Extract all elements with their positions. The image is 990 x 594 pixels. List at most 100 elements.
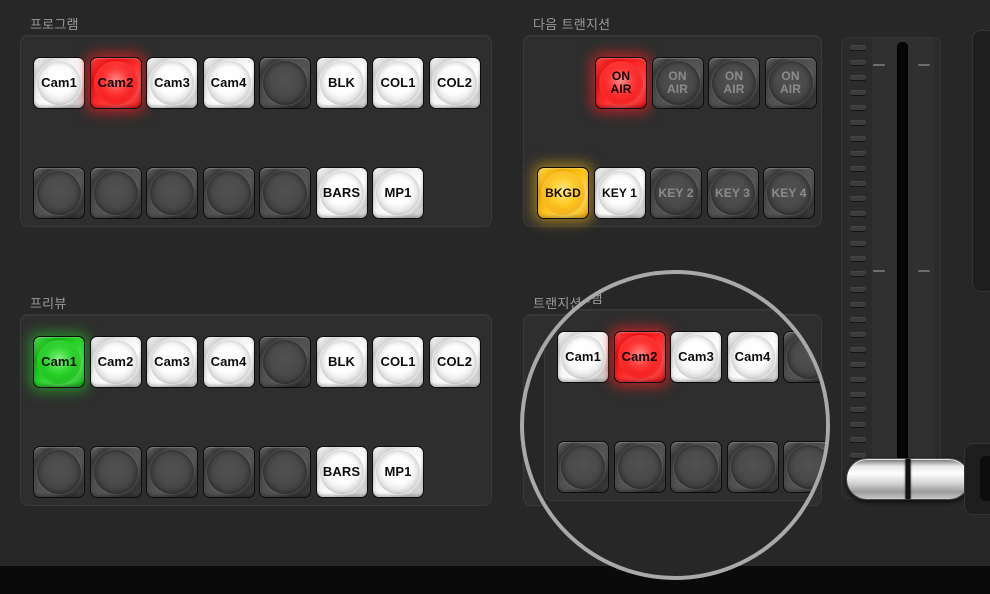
program-button-2-2[interactable] bbox=[613, 441, 666, 493]
preview-button-2-6[interactable]: BARS bbox=[315, 446, 368, 498]
button-label: BLK bbox=[327, 75, 356, 91]
fader-tick bbox=[850, 452, 866, 458]
next-transition-key-button-4[interactable]: KEY 3 bbox=[706, 167, 759, 219]
fader-handle[interactable] bbox=[846, 458, 970, 500]
program-button-2-5[interactable] bbox=[783, 441, 826, 493]
onair-line2: AIR bbox=[667, 82, 688, 96]
program-button-1-4[interactable]: Cam4 bbox=[726, 331, 779, 383]
fader-tick bbox=[850, 180, 866, 186]
program-button-1-6[interactable]: BLK bbox=[315, 57, 368, 109]
onair-line2: AIR bbox=[610, 82, 632, 96]
program-button-2-3[interactable] bbox=[670, 441, 722, 493]
button-label: Cam2 bbox=[621, 349, 658, 365]
fader-tick bbox=[850, 195, 866, 201]
preview-button-2-7[interactable]: MP1 bbox=[372, 446, 424, 498]
button-label: ON AIR bbox=[780, 70, 801, 95]
preview-button-1-1[interactable]: Cam1 bbox=[33, 336, 85, 388]
magnifier-loupe: 프로그램 프리뷰 다음 트랜지션 트랜지션 CUT AUTO 속도 1:24 C… bbox=[520, 270, 830, 580]
preview-button-1-2[interactable]: Cam2 bbox=[89, 336, 142, 388]
button-label: COL2 bbox=[436, 75, 473, 91]
next-transition-onair-button-2[interactable]: ON AIR bbox=[651, 57, 704, 109]
fader-tick bbox=[850, 422, 866, 428]
preview-button-2-3[interactable] bbox=[146, 446, 198, 498]
button-label: BKGD bbox=[545, 185, 581, 200]
button-label: Cam3 bbox=[678, 349, 714, 365]
preview-button-1-3[interactable]: Cam3 bbox=[146, 336, 198, 388]
program-button-1-2[interactable]: Cam2 bbox=[89, 57, 142, 109]
preview-button-1-8[interactable]: COL2 bbox=[428, 336, 481, 388]
fader-mark-top-right bbox=[918, 64, 930, 66]
fader-tick bbox=[850, 105, 866, 111]
button-label: COL1 bbox=[380, 354, 416, 370]
fader-slot bbox=[897, 42, 908, 490]
fader-mark-mid-right bbox=[918, 270, 930, 272]
program-button-2-5[interactable] bbox=[259, 167, 311, 219]
fader-mark-top-left bbox=[873, 64, 885, 66]
next-transition-key-button-2[interactable]: KEY 1 bbox=[593, 167, 646, 219]
side-panel-lower bbox=[964, 443, 990, 515]
program-button-1-1[interactable]: Cam1 bbox=[33, 57, 85, 109]
side-panel-upper bbox=[972, 30, 990, 292]
preview-button-2-5[interactable] bbox=[259, 446, 311, 498]
next-transition-section-label: 다음 트랜지션 bbox=[533, 18, 611, 33]
button-label: Cam2 bbox=[97, 75, 134, 91]
next-transition-onair-button-4[interactable]: ON AIR bbox=[764, 57, 817, 109]
program-button-1-8[interactable]: COL2 bbox=[428, 57, 481, 109]
button-label: Cam2 bbox=[97, 354, 134, 370]
fader-tick bbox=[850, 45, 866, 50]
fader-tick bbox=[850, 150, 866, 156]
preview-button-1-5[interactable] bbox=[259, 336, 311, 388]
button-label: MP1 bbox=[384, 464, 412, 480]
program-button-1-1[interactable]: Cam1 bbox=[557, 331, 609, 383]
fader-tick bbox=[850, 90, 866, 96]
program-button-2-1[interactable] bbox=[33, 167, 85, 219]
program-button-2-7[interactable]: MP1 bbox=[372, 167, 424, 219]
program-button-1-4[interactable]: Cam4 bbox=[202, 57, 255, 109]
fader-tick bbox=[850, 346, 866, 352]
button-label: Cam3 bbox=[154, 354, 190, 370]
preview-button-2-1[interactable] bbox=[33, 446, 85, 498]
fader-tick bbox=[850, 301, 866, 307]
next-transition-key-button-5[interactable]: KEY 4 bbox=[763, 167, 815, 219]
program-button-1-3[interactable]: Cam3 bbox=[146, 57, 198, 109]
fader-tick bbox=[850, 361, 866, 367]
atem-control-panel: 프로그램 프리뷰 다음 트랜지션 트랜지션 CUT AUTO 속도 1:24 C… bbox=[0, 0, 990, 594]
program-button-2-2[interactable] bbox=[89, 167, 142, 219]
program-button-2-1[interactable] bbox=[557, 441, 609, 493]
next-transition-key-button-3[interactable]: KEY 2 bbox=[650, 167, 702, 219]
program-button-2-3[interactable] bbox=[146, 167, 198, 219]
next-transition-key-button-1[interactable]: BKGD bbox=[537, 167, 589, 219]
preview-button-2-2[interactable] bbox=[89, 446, 142, 498]
button-label: ON AIR bbox=[667, 70, 688, 95]
preview-button-1-4[interactable]: Cam4 bbox=[202, 336, 255, 388]
next-transition-onair-button-3[interactable]: ON AIR bbox=[708, 57, 760, 109]
button-label: COL1 bbox=[380, 75, 416, 91]
bottom-status-bar bbox=[0, 566, 990, 594]
fader-tick bbox=[850, 75, 866, 81]
program-button-1-3[interactable]: Cam3 bbox=[670, 331, 722, 383]
fader-tick bbox=[850, 60, 866, 66]
button-label: Cam1 bbox=[41, 75, 77, 91]
button-label: BARS bbox=[322, 464, 361, 480]
onair-line2: AIR bbox=[780, 82, 801, 96]
program-button-2-4[interactable] bbox=[726, 441, 779, 493]
program-button-1-5[interactable] bbox=[783, 331, 826, 383]
program-button-1-7[interactable]: COL1 bbox=[372, 57, 424, 109]
program-button-2-4[interactable] bbox=[202, 167, 255, 219]
preview-button-1-7[interactable]: COL1 bbox=[372, 336, 424, 388]
fader-tick bbox=[850, 120, 866, 126]
program-button-2-6[interactable]: BARS bbox=[315, 167, 368, 219]
fader-tick bbox=[850, 241, 866, 247]
onair-line2: AIR bbox=[723, 82, 745, 96]
button-label: COL2 bbox=[436, 354, 473, 370]
program-button-1-2[interactable]: Cam2 bbox=[613, 331, 666, 383]
button-label: KEY 4 bbox=[771, 185, 807, 200]
program-section-label: 프로그램 bbox=[30, 18, 79, 33]
preview-button-2-4[interactable] bbox=[202, 446, 255, 498]
button-label: Cam4 bbox=[210, 75, 247, 91]
fader-tick bbox=[850, 165, 866, 171]
next-transition-onair-button-1[interactable]: ON AIR bbox=[595, 57, 647, 109]
fader-mark-mid-left bbox=[873, 270, 885, 272]
preview-button-1-6[interactable]: BLK bbox=[315, 336, 368, 388]
program-button-1-5[interactable] bbox=[259, 57, 311, 109]
